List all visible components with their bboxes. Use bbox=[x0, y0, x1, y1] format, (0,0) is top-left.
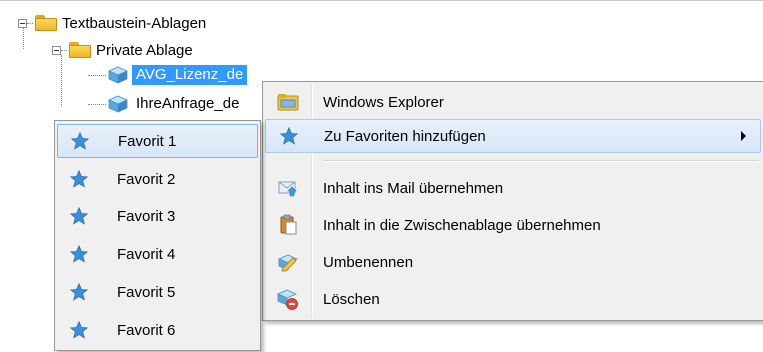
tree-leaf-label[interactable]: IhreAnfrage_de bbox=[132, 94, 243, 114]
tree-connector bbox=[88, 74, 106, 76]
tree-top-border bbox=[0, 0, 763, 1]
rename-pencil-icon bbox=[265, 252, 311, 272]
menu-item-rename[interactable]: Umbenennen bbox=[265, 245, 761, 279]
submenu-item-favorit-6[interactable]: Favorit 6 bbox=[57, 313, 258, 347]
submenu-item-label: Favorit 2 bbox=[117, 170, 176, 188]
star-icon bbox=[266, 126, 312, 146]
menu-separator bbox=[323, 160, 759, 162]
menu-item-insert-mail[interactable]: Inhalt ins Mail übernehmen bbox=[265, 171, 761, 205]
menu-item-label: Inhalt in die Zwischenablage übernehmen bbox=[323, 216, 601, 234]
submenu-item-label: Favorit 1 bbox=[118, 132, 177, 150]
tree-leaf-label[interactable]: AVG_Lizenz_de bbox=[132, 65, 248, 85]
menu-item-label: Windows Explorer bbox=[323, 93, 444, 111]
menu-item-copy-clipboard[interactable]: Inhalt in die Zwischenablage übernehmen bbox=[265, 208, 761, 242]
menu-item-label: Umbenennen bbox=[323, 253, 414, 271]
mail-arrow-icon bbox=[265, 178, 311, 198]
tree-connector bbox=[88, 103, 106, 105]
menu-item-label: Inhalt ins Mail übernehmen bbox=[323, 179, 504, 197]
collapse-icon[interactable] bbox=[52, 45, 61, 55]
menu-item-delete[interactable]: Löschen bbox=[265, 282, 761, 316]
submenu-item-label: Favorit 6 bbox=[117, 321, 176, 339]
menu-item-label: Zu Favoriten hinzufügen bbox=[324, 127, 486, 145]
submenu-item-favorit-3[interactable]: Favorit 3 bbox=[57, 199, 258, 233]
star-icon bbox=[57, 320, 101, 340]
clipboard-icon bbox=[265, 214, 311, 236]
submenu-item-label: Favorit 4 bbox=[117, 245, 176, 263]
delete-icon bbox=[265, 288, 311, 310]
star-icon bbox=[57, 244, 101, 264]
favorites-submenu: Favorit 1 Favorit 2 Favorit 3 Favorit 4 … bbox=[54, 120, 261, 351]
tree-leaf[interactable]: IhreAnfrage_de bbox=[88, 93, 243, 115]
tree-connector bbox=[61, 55, 62, 107]
text-module-icon bbox=[108, 66, 128, 84]
star-icon bbox=[58, 131, 102, 151]
folder-icon bbox=[35, 15, 57, 31]
collapse-icon[interactable] bbox=[18, 18, 27, 28]
tree-node-root[interactable]: Textbaustein-Ablagen bbox=[18, 12, 206, 34]
menu-item-add-favorites[interactable]: Zu Favoriten hinzufügen bbox=[265, 119, 761, 153]
menu-item-label: Löschen bbox=[323, 290, 380, 308]
star-icon bbox=[57, 169, 101, 189]
submenu-item-favorit-5[interactable]: Favorit 5 bbox=[57, 275, 258, 309]
submenu-item-favorit-1[interactable]: Favorit 1 bbox=[57, 124, 258, 158]
tree-leaf[interactable]: AVG_Lizenz_de bbox=[88, 64, 248, 86]
submenu-arrow-icon bbox=[741, 131, 746, 141]
text-module-icon bbox=[108, 95, 128, 113]
tree-node-label[interactable]: Textbaustein-Ablagen bbox=[62, 15, 206, 32]
star-icon bbox=[57, 206, 101, 226]
submenu-item-label: Favorit 3 bbox=[117, 207, 176, 225]
explorer-folder-icon bbox=[265, 92, 311, 112]
tree-connector bbox=[61, 49, 67, 51]
menu-item-windows-explorer[interactable]: Windows Explorer bbox=[265, 85, 761, 119]
tree-connector bbox=[27, 22, 33, 24]
submenu-item-favorit-2[interactable]: Favorit 2 bbox=[57, 162, 258, 196]
context-menu: Windows Explorer Zu Favoriten hinzufügen… bbox=[262, 81, 763, 321]
tree-node-private[interactable]: Private Ablage bbox=[52, 39, 193, 61]
folder-icon bbox=[69, 42, 91, 58]
star-icon bbox=[57, 282, 101, 302]
submenu-item-favorit-4[interactable]: Favorit 4 bbox=[57, 237, 258, 271]
tree-node-label[interactable]: Private Ablage bbox=[96, 42, 193, 59]
submenu-item-label: Favorit 5 bbox=[117, 283, 176, 301]
